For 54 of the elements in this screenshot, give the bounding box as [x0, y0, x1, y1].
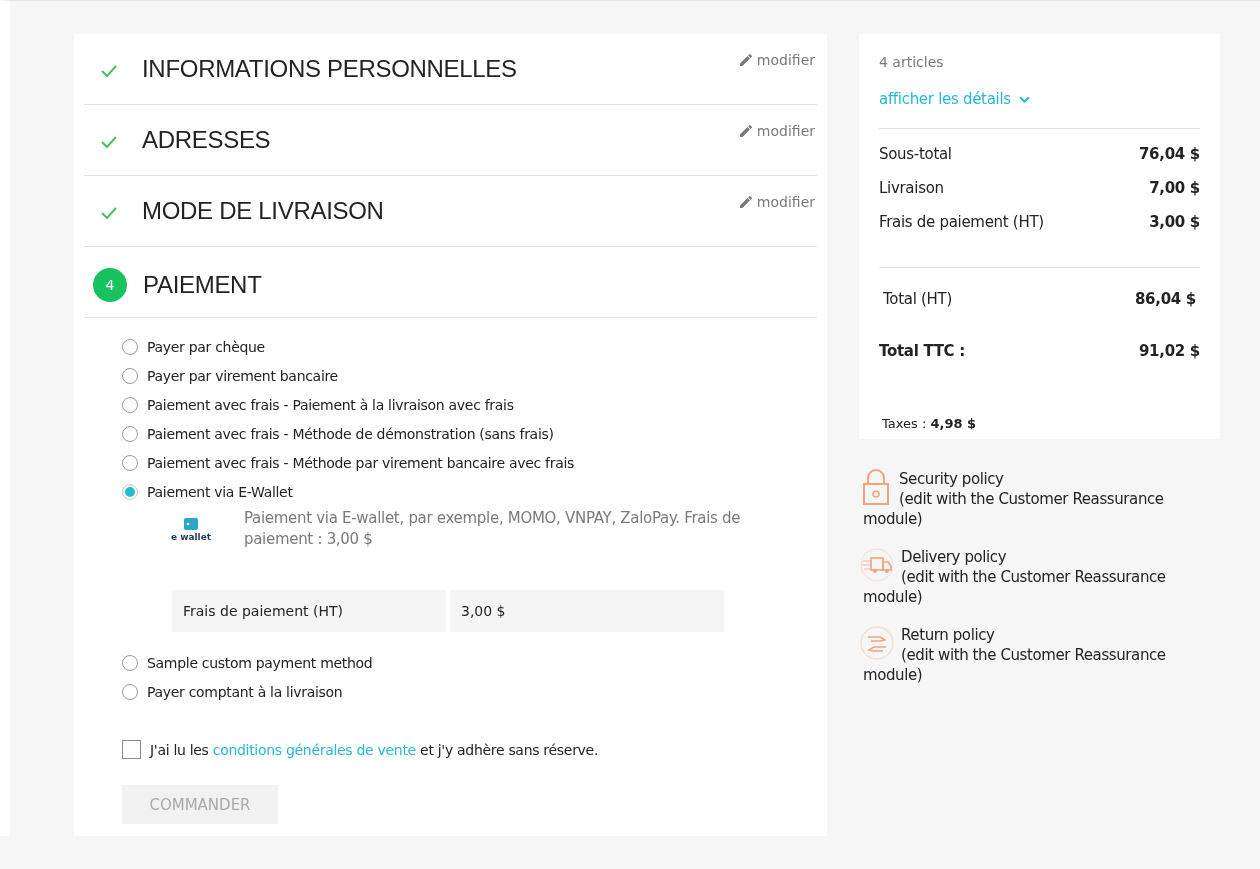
step-title: MODE DE LIVRAISON [142, 197, 384, 225]
step-number: 4 [93, 268, 127, 302]
payment-description: Paiement via E-wallet, par exemple, MOMO, VNPAY, ZaloPay. Frais de paiement : 3,00 $ [244, 508, 742, 550]
option-label: Payer par virement bancaire [147, 367, 338, 384]
taxes-value: 4,98 $ [930, 416, 977, 431]
check-icon [100, 136, 118, 148]
item-count: 4 articles [879, 54, 945, 70]
radio-button[interactable] [122, 483, 138, 500]
check-icon [100, 65, 118, 77]
check-icon [100, 207, 118, 219]
terms-link[interactable]: conditions générales de vente [212, 741, 416, 758]
line-value: 76,04 $ [1139, 145, 1200, 165]
pencil-icon [739, 125, 752, 137]
wallet-logo: e wallet [168, 508, 214, 550]
chevron-down-icon [1018, 95, 1030, 103]
step-title: PAIEMENT [143, 271, 262, 299]
step-title: INFORMATIONS PERSONNELLES [142, 55, 517, 83]
hands-icon [859, 625, 895, 661]
step-title: ADRESSES [142, 126, 271, 154]
policy-note: (edit with the Customer Reassurance module) [862, 489, 1165, 529]
truck-icon [859, 547, 895, 583]
total-value: 91,02 $ [1139, 342, 1200, 362]
edit-link[interactable]: modifier [739, 123, 815, 139]
table-cell: 3,00 $ [450, 590, 724, 632]
option-label: Paiement avec frais - Méthode de démonstration (sans frais) [147, 425, 554, 442]
line-value: 3,00 $ [1149, 213, 1200, 233]
edit-link[interactable]: modifier [739, 194, 815, 210]
details-link[interactable]: afficher les détails [879, 90, 1200, 108]
line-value: 7,00 $ [1149, 179, 1200, 199]
total-label: Total (HT) [883, 290, 952, 310]
policy-title: Return policy [901, 625, 996, 645]
option-label: Sample custom payment method [147, 654, 373, 671]
policy-note: (edit with the Customer Reassurance module) [862, 645, 1167, 685]
line-label: Frais de paiement (HT) [879, 213, 1044, 233]
pencil-icon [739, 196, 752, 208]
edit-link[interactable]: modifier [739, 52, 815, 68]
wallet-icon [184, 518, 198, 530]
line-label: Livraison [879, 179, 944, 199]
table-cell: Frais de paiement (HT) [172, 590, 446, 632]
option-label: Paiement avec frais - Méthode par virement bancaire avec frais [147, 454, 574, 471]
terms-text: J'ai lu les conditions générales de vente et j'y adhère sans réserve. [150, 741, 599, 758]
policy-title: Security policy [899, 469, 1005, 489]
line-label: Sous-total [879, 145, 952, 165]
policy-title: Delivery policy [901, 547, 1008, 567]
taxes-label: Taxes : [882, 416, 927, 431]
option-label: Paiement avec frais - Paiement à la livraison avec frais [147, 396, 514, 413]
option-label: Payer par chèque [147, 338, 265, 355]
option-label: Paiement via E-Wallet [147, 483, 293, 500]
option-label: Payer comptant à la livraison [147, 683, 343, 700]
policy-note: (edit with the Customer Reassurance module) [862, 567, 1167, 607]
total-value: 86,04 $ [1135, 290, 1196, 310]
total-label: Total TTC : [879, 342, 965, 362]
checkbox[interactable] [122, 740, 141, 759]
pencil-icon [739, 54, 752, 66]
